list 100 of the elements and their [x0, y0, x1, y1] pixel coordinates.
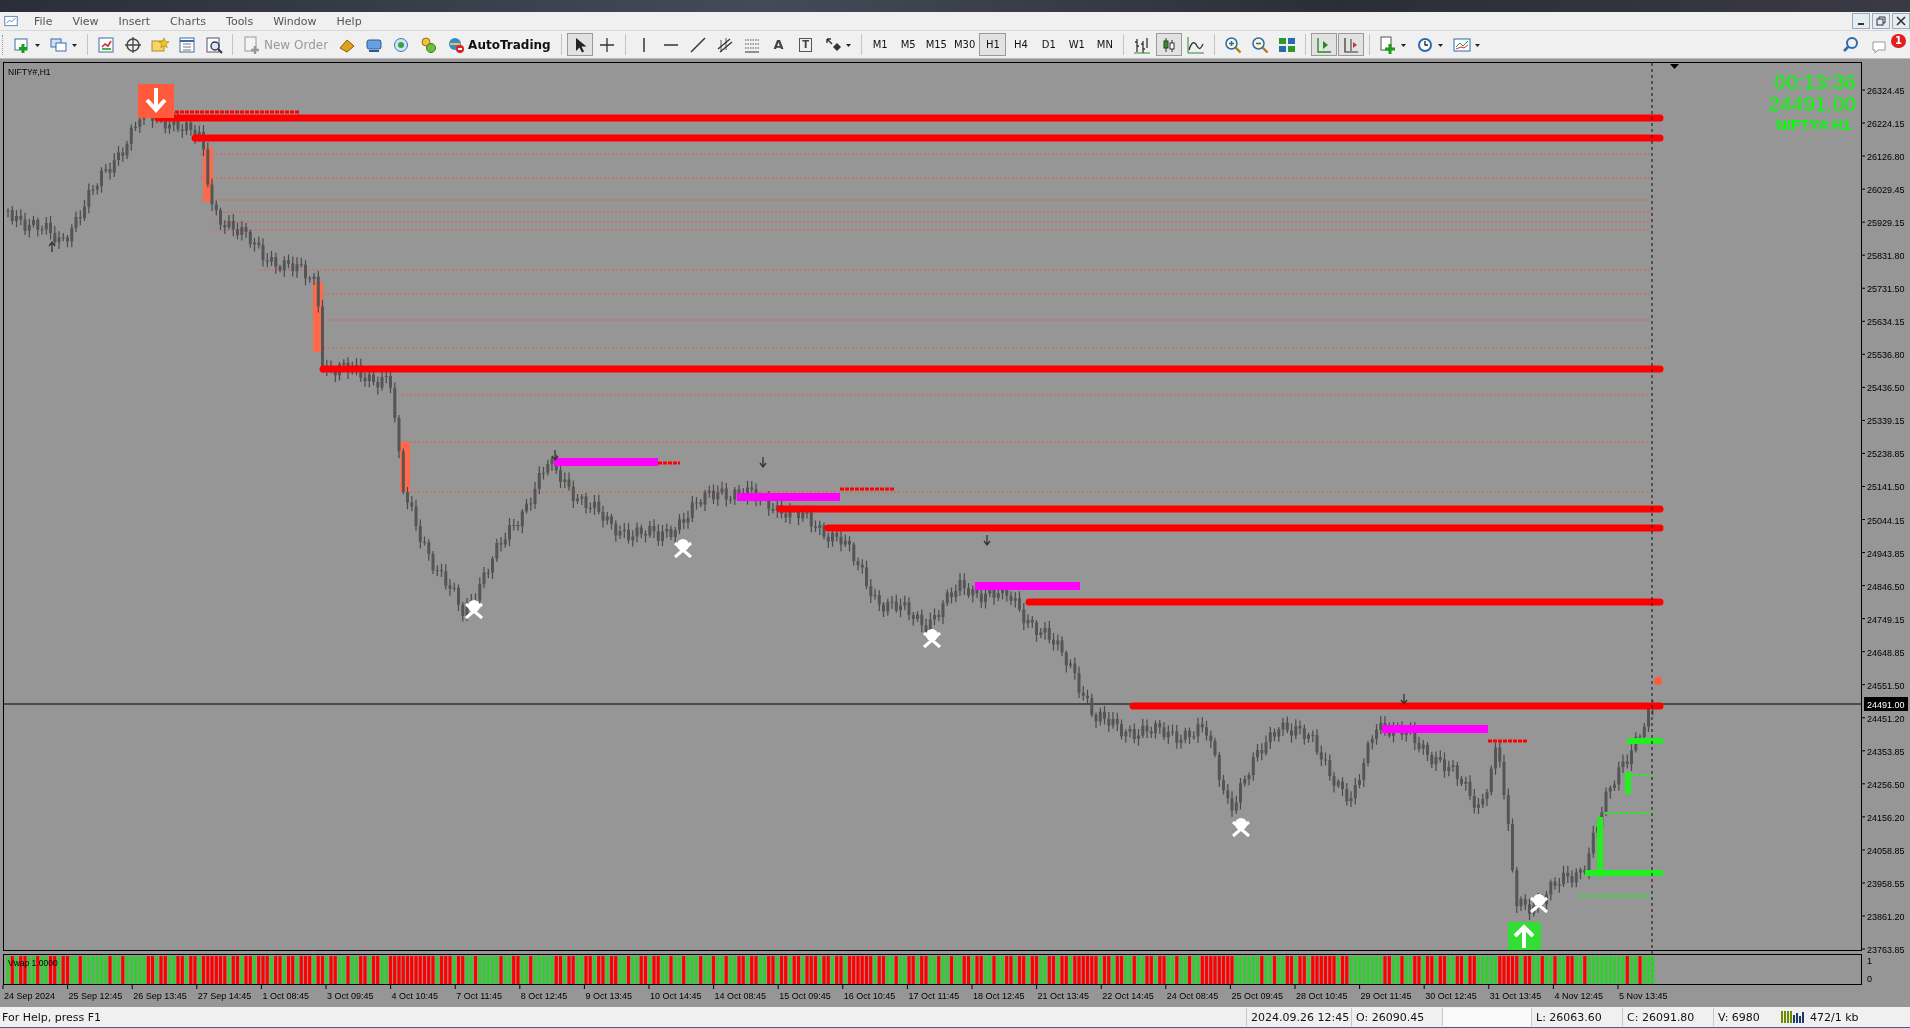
price-axis-label: 23958.55: [1867, 878, 1905, 889]
time-axis-label: 25 Sep 12:45: [68, 991, 123, 1001]
cursor-icon[interactable]: [566, 33, 593, 56]
timeframe-button[interactable]: H1: [979, 33, 1007, 56]
time-axis-label: 27 Sep 14:45: [197, 991, 252, 1001]
price-axis-label: 26224.15: [1867, 119, 1905, 130]
time-axis-label: 30 Oct 12:45: [1425, 991, 1477, 1001]
short-level-line: [1488, 739, 1528, 743]
status-traffic: 472/1 kb: [1809, 1009, 1860, 1026]
crossbones-icon: [1231, 818, 1251, 838]
up-arrow-icon: [48, 240, 56, 253]
time-axis-label: 4 Oct 10:45: [391, 991, 439, 1001]
price-axis-label: 24058.85: [1867, 845, 1905, 856]
status-date: 2024.09.26 12:45: [1246, 1008, 1351, 1026]
price-axis-label: 26029.45: [1867, 185, 1905, 196]
menu-item[interactable]: Help: [326, 14, 372, 28]
connection-bars-icon: [1780, 1010, 1806, 1024]
menu-item[interactable]: Tools: [216, 14, 264, 28]
timeframe-button[interactable]: M30: [951, 33, 979, 56]
price-axis-label: 25634.15: [1867, 317, 1905, 328]
price-axis-label: 23763.85: [1867, 945, 1905, 956]
time-axis-label: 5 Nov 13:45: [1619, 991, 1668, 1001]
time-axis-label: 1 Oct 08:45: [262, 991, 309, 1001]
time-axis-label: 31 Oct 13:45: [1489, 991, 1542, 1001]
status-low: L: 26063.60: [1531, 1008, 1622, 1026]
timeframe-button[interactable]: M15: [922, 33, 950, 56]
price-axis-label: 25238.85: [1867, 449, 1905, 460]
close-button[interactable]: [1892, 13, 1910, 29]
price-axis-label: 24648.85: [1867, 647, 1905, 658]
autoscroll-icon[interactable]: [1311, 33, 1338, 56]
status-help-text: For Help, press F1: [1, 1010, 102, 1024]
time-axis-label: 25 Oct 09:45: [1231, 991, 1283, 1001]
time-axis-label: 10 Oct 14:45: [650, 991, 702, 1001]
shift-marker-icon[interactable]: [1670, 64, 1679, 69]
crossbones-icon: [1529, 894, 1549, 914]
menu-item[interactable]: Insert: [108, 14, 161, 28]
time-axis-label: 9 Oct 13:45: [585, 991, 632, 1001]
time-axis-label: 29 Oct 11:45: [1360, 991, 1412, 1001]
short-level-line: [658, 461, 680, 465]
price-axis-label: 25929.15: [1867, 218, 1905, 229]
close-icon: [1896, 16, 1906, 26]
timeframe-button[interactable]: H4: [1007, 33, 1035, 56]
menu-item[interactable]: File: [24, 14, 63, 28]
price-display: 24491.00: [1768, 92, 1856, 115]
autotrading-icon: [447, 35, 466, 54]
price-axis-label: 24256.50: [1867, 779, 1905, 790]
status-volume: V: 6980: [1713, 1008, 1780, 1026]
timeframe-button[interactable]: M1: [866, 33, 894, 56]
countdown-timer: 00:13:36: [1774, 70, 1856, 93]
timeframe-button[interactable]: D1: [1035, 33, 1063, 56]
text-tool-button[interactable]: A: [765, 33, 792, 56]
menu-item[interactable]: View: [62, 14, 109, 28]
candlestick-icon[interactable]: [1156, 33, 1183, 56]
symbol-timeframe-label: NIFTY# H1: [1776, 116, 1851, 133]
minimize-button[interactable]: [1852, 13, 1870, 29]
time-axis-label: 7 Oct 11:45: [456, 991, 503, 1001]
down-arrow-icon: [551, 449, 559, 462]
chart-shift-icon[interactable]: [1338, 33, 1365, 56]
price-axis-label: 25731.50: [1867, 284, 1905, 295]
price-axis-label: 24551.50: [1867, 680, 1905, 691]
time-axis-label: 21 Oct 13:45: [1037, 991, 1090, 1001]
price-axis-label: 24353.85: [1867, 746, 1905, 757]
price-axis-label: 25044.15: [1867, 515, 1905, 526]
time-axis-label: 26 Sep 13:45: [133, 991, 187, 1001]
time-axis-label: 3 Oct 09:45: [327, 991, 374, 1001]
chart-window-icon: [4, 14, 18, 28]
price-axis-label: 25831.80: [1867, 251, 1905, 262]
price-axis-label: 25141.50: [1867, 482, 1905, 493]
price-axis-label: 25339.15: [1867, 416, 1905, 427]
text-label-tool-button[interactable]: T: [792, 33, 819, 56]
down-arrow-icon: [759, 456, 767, 469]
time-axis-label: 28 Oct 10:45: [1296, 991, 1348, 1001]
time-axis-label: 24 Sep 2024: [4, 991, 56, 1001]
down-arrow-icon: [983, 534, 991, 547]
price-axis-label: 24943.85: [1867, 548, 1905, 559]
menu-item[interactable]: Window: [263, 14, 327, 28]
indicator-axis-label: 0: [1867, 974, 1872, 984]
time-axis-label: 15 Oct 09:45: [779, 991, 831, 1001]
price-dot: [1654, 677, 1662, 685]
time-axis-label: 17 Oct 11:45: [908, 991, 960, 1001]
indicator-axis-label: 1: [1867, 956, 1872, 966]
timeframe-button[interactable]: W1: [1063, 33, 1091, 56]
time-axis-label: 8 Oct 12:45: [520, 991, 568, 1001]
new-order-icon: [243, 35, 261, 54]
timeframe-button[interactable]: MN: [1091, 33, 1119, 56]
time-axis-label: 4 Nov 12:45: [1554, 991, 1603, 1001]
crossbones-icon: [922, 629, 942, 649]
menu-item[interactable]: Charts: [160, 14, 217, 28]
price-axis-label: 24156.20: [1867, 812, 1905, 823]
autotrading-button[interactable]: AutoTrading: [442, 33, 556, 56]
symbol-label: NIFTY#,H1: [8, 67, 51, 77]
timeframe-button[interactable]: M5: [894, 33, 922, 56]
down-arrow-icon: [1400, 693, 1408, 706]
restore-icon: [1876, 16, 1886, 26]
price-axis-label: 24846.50: [1867, 581, 1905, 592]
price-axis-label: 26324.45: [1867, 86, 1905, 96]
minimize-icon: [1858, 23, 1864, 25]
restore-button[interactable]: [1872, 13, 1890, 29]
current-price-label: 24491.00: [1867, 700, 1905, 710]
price-axis-label: 25536.80: [1867, 350, 1905, 361]
